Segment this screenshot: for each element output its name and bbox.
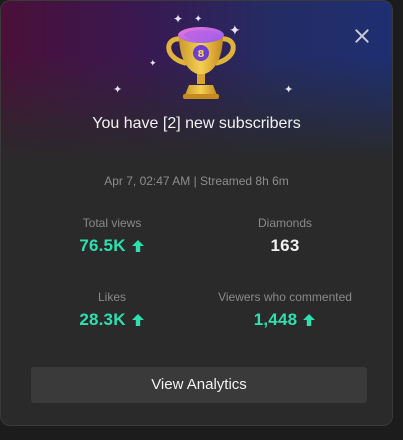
stat-likes: Likes 28.3K <box>27 290 197 330</box>
sparkle-icon: ✦ <box>113 84 123 96</box>
stat-value: 28.3K <box>79 310 144 330</box>
stat-total-views: Total views 76.5K <box>27 216 197 256</box>
stat-value: 76.5K <box>79 236 144 256</box>
sparkle-icon: ✦ <box>284 84 294 96</box>
stream-info: Apr 7, 02:47 AM | Streamed 8h 6m <box>104 174 289 188</box>
svg-text:8: 8 <box>198 49 205 60</box>
stat-label: Total views <box>82 216 142 230</box>
stat-label: Likes <box>97 290 126 304</box>
stat-number: 28.3K <box>79 310 126 329</box>
arrow-up-icon <box>131 240 144 252</box>
stat-number: 163 <box>270 236 300 255</box>
view-analytics-button[interactable]: View Analytics <box>31 367 367 403</box>
new-subscribers-card: ✦ ✦ ✦ ✦ ✦ ✦ 8 You have [2] new subscribe… <box>0 0 393 426</box>
stat-number: 1,448 <box>253 310 298 329</box>
page-title: You have [2] new subscribers <box>92 115 301 132</box>
trophy-icon: 8 <box>166 27 236 99</box>
close-icon[interactable] <box>351 25 373 47</box>
stat-value: 163 <box>271 236 300 256</box>
stat-label: Viewers who commented <box>218 290 352 304</box>
arrow-up-icon <box>131 314 144 326</box>
arrow-up-icon <box>303 314 316 326</box>
stat-number: 76.5K <box>79 236 126 255</box>
stat-viewers-commented: Viewers who commented 1,448 <box>200 290 370 330</box>
stat-diamonds: Diamonds 163 <box>200 216 370 256</box>
stat-label: Diamonds <box>257 216 313 230</box>
stat-value: 1,448 <box>254 310 317 330</box>
